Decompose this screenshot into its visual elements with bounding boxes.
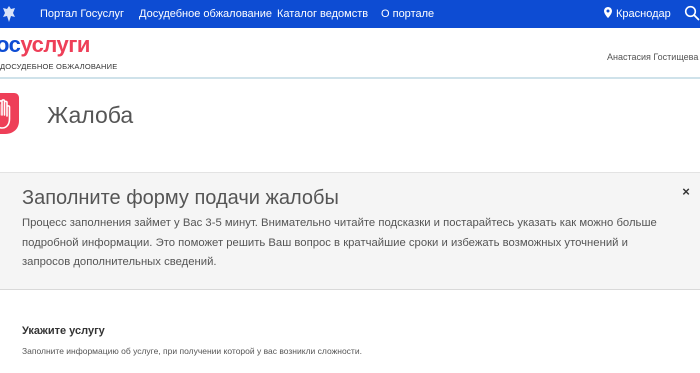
nav-link-about[interactable]: О портале: [381, 7, 434, 21]
page-title-row: Жалоба: [0, 89, 700, 149]
notice-title: Заполните форму подачи жалобы: [22, 187, 339, 209]
logo-subtitle: досудебное обжалование: [0, 62, 118, 71]
logo-part1: ос: [0, 32, 21, 57]
top-navigation-bar: Портал Госуслуг Досудебное обжалование К…: [0, 0, 700, 28]
user-name-link[interactable]: Анастасия Гостищева: [607, 52, 698, 62]
gosuslugi-logo[interactable]: осуслуги: [0, 32, 90, 58]
section-title: Укажите услугу: [22, 325, 105, 337]
search-icon[interactable]: [684, 5, 700, 21]
hand-stop-icon: [0, 93, 19, 134]
city-selector[interactable]: Краснодар: [604, 7, 671, 20]
section-description: Заполните информацию об услуге, при полу…: [22, 346, 362, 356]
nav-link-portal[interactable]: Портал Госуслуг: [40, 7, 124, 21]
nav-link-catalog[interactable]: Каталог ведомств: [277, 7, 368, 21]
location-pin-icon: [604, 7, 612, 18]
close-icon[interactable]: ×: [680, 185, 692, 198]
nav-link-appeal[interactable]: Досудебное обжалование: [139, 7, 272, 21]
logo-part2: услуги: [20, 32, 90, 57]
city-name: Краснодар: [616, 8, 671, 20]
page-title: Жалоба: [47, 102, 134, 128]
coat-of-arms-icon: [3, 6, 15, 22]
info-notice: Заполните форму подачи жалобы Процесс за…: [0, 172, 700, 290]
header-divider: [0, 77, 700, 79]
notice-text: Процесс заполнения займет у Вас 3-5 мину…: [22, 217, 657, 268]
site-header: осуслуги досудебное обжалование Анастаси…: [0, 28, 700, 77]
